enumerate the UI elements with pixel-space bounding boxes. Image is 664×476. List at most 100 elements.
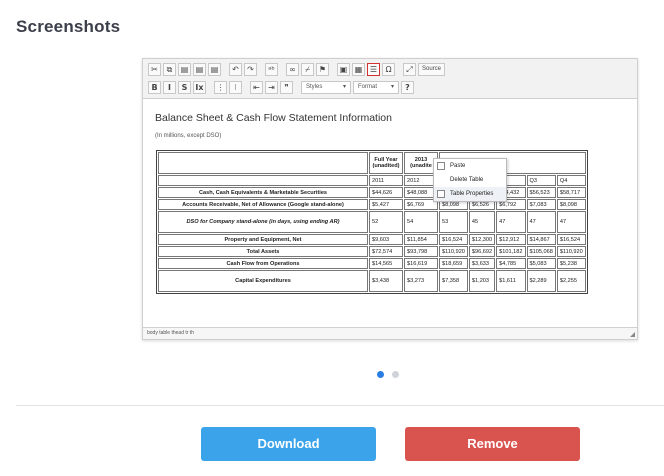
table-row: Cash Flow from Operations $14,565 $16,619 $… <box>158 258 586 269</box>
table-row: Total Assets $72,574 $93,798 $110,920 $96,69… <box>158 246 586 257</box>
table-cell: $5,083 <box>526 258 556 269</box>
table-cell: $44,626 <box>369 187 403 198</box>
table-cell: $2,289 <box>526 270 556 292</box>
context-menu-item[interactable]: Delete Table <box>434 173 506 187</box>
unlink-icon[interactable]: ⌿ <box>301 63 314 76</box>
context-menu-label: Delete Table <box>450 177 484 183</box>
source-button[interactable]: Source <box>418 63 446 76</box>
help-icon[interactable]: ? <box>401 81 414 94</box>
special-char-icon[interactable]: Ω <box>382 63 395 76</box>
redo-icon[interactable]: ↷ <box>244 63 257 76</box>
table-cell: $16,619 <box>404 258 438 269</box>
styles-dropdown[interactable]: Styles ▾ <box>301 81 351 94</box>
paste-text-icon[interactable]: ▤ <box>193 63 206 76</box>
table-header-cell <box>158 175 368 186</box>
table-cell: $12,912 <box>496 234 526 245</box>
table-cell: 47 <box>526 211 556 233</box>
anchor-icon[interactable]: ⚑ <box>316 63 329 76</box>
editor-toolbar: ✂ ⧉ ▤ ▤ ▤ ↶ ↷ ᵃᵇ ∞ ⌿ ⚑ ▣ ▦ ☰ Ω ⤢ Source B I S Ix ⋮ ⁝ ⇤ ⇥ ❞ Styles… <box>143 59 637 99</box>
resize-handle-icon[interactable] <box>630 332 635 337</box>
cut-icon[interactable]: ✂ <box>148 63 161 76</box>
carousel-dot-2[interactable] <box>392 371 399 378</box>
paste-word-icon[interactable]: ▤ <box>208 63 221 76</box>
table-cell: $5,238 <box>556 258 586 269</box>
table-cell: $14,565 <box>369 258 403 269</box>
document-subtitle: (In millions, except DSO) <box>155 133 222 139</box>
editor-status-path: body table thead tr th <box>143 327 637 339</box>
bulleted-list-icon[interactable]: ⁝ <box>229 81 242 94</box>
document-title: Balance Sheet & Cash Flow Statement Info… <box>155 112 392 124</box>
bold-icon[interactable]: B <box>148 81 161 94</box>
numbered-list-icon[interactable]: ⋮ <box>214 81 227 94</box>
paste-icon[interactable]: ▤ <box>178 63 191 76</box>
balance-sheet-table: Full Year (unadited) 2013 (unadite 2011 201… <box>156 150 588 294</box>
table-cell: $14,867 <box>526 234 556 245</box>
format-dropdown-label: Format <box>358 84 378 90</box>
carousel-dot-1[interactable] <box>377 371 384 378</box>
outdent-icon[interactable]: ⇤ <box>250 81 263 94</box>
remove-button[interactable]: Remove <box>405 427 580 461</box>
format-dropdown[interactable]: Format ▾ <box>353 81 399 94</box>
table-header-cell: Q3 <box>526 175 556 186</box>
toolbar-row-1: ✂ ⧉ ▤ ▤ ▤ ↶ ↷ ᵃᵇ ∞ ⌿ ⚑ ▣ ▦ ☰ Ω ⤢ Source <box>148 63 446 76</box>
table-icon[interactable]: ▦ <box>352 63 365 76</box>
table-row: Property and Equipment, Net $9,603 $11,854… <box>158 234 586 245</box>
table-row-label: Capital Expenditures <box>158 270 368 292</box>
table-row: Cash, Cash Equivalents & Marketable Secu… <box>158 187 586 198</box>
table-cell: $9,603 <box>369 234 403 245</box>
maximize-icon[interactable]: ⤢ <box>403 63 416 76</box>
table-cell: $58,717 <box>556 187 586 198</box>
table-row: Capital Expenditures $3,438 $3,273 $7,358 $1… <box>158 270 586 292</box>
download-button[interactable]: Download <box>201 427 376 461</box>
table-cell: $2,255 <box>556 270 586 292</box>
carousel-dots <box>377 371 399 378</box>
undo-icon[interactable]: ↶ <box>229 63 242 76</box>
horizontal-line-icon[interactable]: ☰ <box>367 63 380 76</box>
link-icon[interactable]: ∞ <box>286 63 299 76</box>
screenshot-preview[interactable]: ✂ ⧉ ▤ ▤ ▤ ↶ ↷ ᵃᵇ ∞ ⌿ ⚑ ▣ ▦ ☰ Ω ⤢ Source B I S Ix ⋮ ⁝ ⇤ ⇥ ❞ Styles… <box>142 58 638 340</box>
section-title: Screenshots <box>16 17 121 36</box>
table-row-label: Cash, Cash Equivalents & Marketable Secu… <box>158 187 368 198</box>
table-header-cell: 2011 <box>369 175 403 186</box>
table-cell: $1,203 <box>468 270 496 292</box>
table-header-cell <box>158 152 368 174</box>
table-row-label: Accounts Receivable, Net of Allowance (G… <box>158 199 368 210</box>
table-cell: $3,438 <box>369 270 403 292</box>
table-cell: $110,920 <box>439 246 468 257</box>
table-cell: $3,273 <box>404 270 438 292</box>
context-menu-item[interactable]: Paste <box>434 159 506 173</box>
table-cell: 52 <box>369 211 403 233</box>
table-cell: $72,574 <box>369 246 403 257</box>
indent-icon[interactable]: ⇥ <box>265 81 278 94</box>
blockquote-icon[interactable]: ❞ <box>280 81 293 94</box>
context-menu-label: Table Properties <box>450 191 494 197</box>
copy-icon[interactable]: ⧉ <box>163 63 176 76</box>
styles-dropdown-label: Styles <box>306 84 323 90</box>
table-cell: 54 <box>404 211 438 233</box>
table-header-cell: Q4 <box>556 175 586 186</box>
table-cell: $16,524 <box>556 234 586 245</box>
table-row-label: Property and Equipment, Net <box>158 234 368 245</box>
table-row: DSO for Company stand-alone (in days, us… <box>158 211 586 233</box>
strike-icon[interactable]: S <box>178 81 191 94</box>
divider <box>16 405 664 406</box>
table-cell: 53 <box>439 211 468 233</box>
table-cell: $11,854 <box>404 234 438 245</box>
table-row-label: Total Assets <box>158 246 368 257</box>
context-menu-item[interactable]: Table Properties <box>434 187 506 201</box>
table-cell: $7,083 <box>526 199 556 210</box>
image-icon[interactable]: ▣ <box>337 63 350 76</box>
table-cell: $7,358 <box>439 270 468 292</box>
remove-format-icon[interactable]: Ix <box>193 81 206 94</box>
table-header-row: Full Year (unadited) 2013 (unadite <box>158 152 586 174</box>
table-cell: 47 <box>496 211 526 233</box>
table-icon <box>437 190 445 198</box>
table-row: Accounts Receivable, Net of Allowance (G… <box>158 199 586 210</box>
table-header-row: 20112012Q2Q3Q4 <box>158 175 586 186</box>
table-cell: $5,427 <box>369 199 403 210</box>
table-cell: $56,523 <box>526 187 556 198</box>
table-row-label: Cash Flow from Operations <box>158 258 368 269</box>
spellcheck-icon[interactable]: ᵃᵇ <box>265 63 278 76</box>
italic-icon[interactable]: I <box>163 81 176 94</box>
chevron-down-icon: ▾ <box>342 84 346 90</box>
